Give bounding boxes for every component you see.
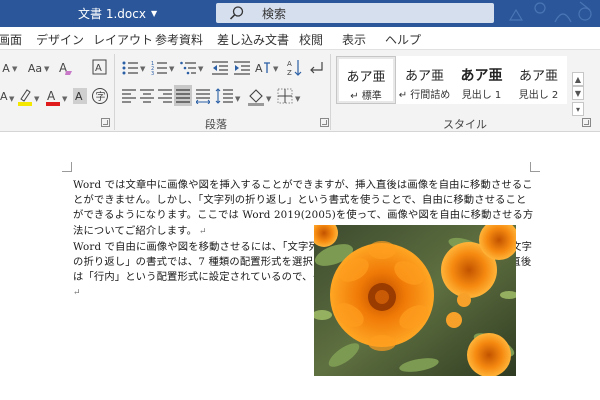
title-bar-decoration [508,1,592,23]
document-title-button[interactable]: 文書 1.docx ▼ [78,5,157,22]
paragraph-group-label: 段落 [205,118,227,131]
tab-mailings[interactable]: 差し込み文書 [217,31,289,48]
highlight-color-icon[interactable] [17,87,33,107]
line-spacing-icon[interactable] [215,87,233,105]
tab-layout[interactable]: レイアウト [93,31,153,48]
chevron-down-icon: ▼ [169,65,175,73]
style-name: ↵ 行間詰め [398,90,451,101]
margin-corner-mark [62,162,72,172]
borders-icon[interactable] [277,88,293,104]
paragraph-mark: ↵ [199,226,207,237]
svg-text:字: 字 [96,90,106,103]
search-icon [229,6,244,20]
chevron-down-icon: ▼ [34,95,40,103]
chevron-down-icon: ▼ [150,9,158,18]
svg-text:A: A [95,63,102,74]
asian-layout-icon[interactable]: A [254,59,272,77]
svg-text:A: A [0,90,8,103]
style-heading-1[interactable]: あア亜 見出し 1 [453,56,510,104]
justify-icon [176,89,190,103]
chevron-down-icon: ▼ [295,95,301,103]
align-center-icon[interactable] [140,88,154,104]
chevron-down-icon: ▼ [235,95,241,103]
style-sample: あア亜 [518,69,558,84]
align-right-icon[interactable] [158,88,172,104]
gallery-scroll-down-icon[interactable]: ▼ [572,86,584,100]
bullets-icon[interactable] [122,60,138,76]
style-sample: あア亜 [460,68,503,84]
chevron-down-icon: ▼ [62,95,68,103]
margin-corner-mark [530,162,540,172]
increase-indent-icon[interactable] [234,60,250,76]
document-title: 文書 1.docx [78,7,146,21]
styles-gallery: あア亜 ↵ 標準 あア亜 ↵ 行間詰め あア亜 見出し 1 あア亜 見出し 2 [336,56,571,104]
sort-icon[interactable]: A Z [287,59,303,77]
title-bar: 文書 1.docx ▼ 検索 [0,0,600,27]
style-no-spacing[interactable]: あア亜 ↵ 行間詰め [396,56,453,104]
tab-drawing[interactable]: 画面 [0,31,22,48]
style-name: ↵ 標準 [350,91,382,102]
chevron-down-icon: ▼ [273,65,279,73]
inserted-flower-image[interactable] [314,225,516,376]
tab-help[interactable]: ヘルプ [385,31,421,48]
tab-view[interactable]: 表示 [342,31,366,48]
gallery-scroll-up-icon[interactable]: ▲ [572,72,584,86]
chevron-down-icon: ▼ [140,65,146,73]
font-dialog-launcher-icon[interactable] [101,118,110,127]
word-window: 文書 1.docx ▼ 検索 画面 デザイン レイアウト 参考資料 差し込み文書… [0,0,600,400]
style-normal[interactable]: あア亜 ↵ 標準 [336,56,396,104]
tab-references[interactable]: 参考資料 [155,31,203,48]
shading-icon[interactable] [247,87,265,107]
style-sample: あア亜 [346,70,386,85]
ribbon: A ▼ Aa ▼ A A A ▼ ▼ A ▼ A 字 ▼ 1 2 3 ▼ ▼ A… [0,50,600,132]
chevron-down-icon: ▼ [9,95,15,103]
decrease-indent-icon[interactable] [212,60,228,76]
tab-design[interactable]: デザイン [36,31,84,48]
font-color-icon[interactable]: A [45,87,61,107]
svg-text:3: 3 [151,71,154,76]
svg-text:A: A [75,90,83,103]
style-sample: あア亜 [404,69,444,84]
show-paragraph-marks-icon[interactable] [308,60,324,76]
group-separator [330,54,331,130]
style-heading-2[interactable]: あア亜 見出し 2 [510,56,567,104]
justify-button[interactable] [174,85,192,106]
ribbon-tabs: 画面 デザイン レイアウト 参考資料 差し込み文書 校閲 表示 ヘルプ [0,27,600,50]
multilevel-list-icon[interactable] [180,60,196,76]
enclose-characters-icon[interactable]: 字 [91,87,109,105]
chevron-down-icon: ▼ [198,65,204,73]
character-border-icon[interactable]: A [92,59,107,75]
gallery-more-icon[interactable]: ▾ [572,102,584,116]
distributed-icon[interactable] [196,88,210,104]
svg-text:Z: Z [287,69,292,77]
styles-dialog-launcher-icon[interactable] [582,118,591,127]
change-case-button[interactable]: Aa [26,60,44,76]
chevron-down-icon: ▼ [44,65,50,73]
chevron-down-icon: ▼ [266,95,272,103]
tab-review[interactable]: 校閲 [299,31,323,48]
font-size-grow-icon[interactable]: A [0,60,12,76]
style-name: 見出し 1 [461,90,502,101]
group-separator [114,54,115,130]
character-shading-icon[interactable]: A [73,88,87,104]
clear-formatting-icon[interactable]: A [58,59,74,77]
svg-text:A: A [47,89,56,103]
chevron-down-icon: ▼ [12,65,18,73]
paragraph-dialog-launcher-icon[interactable] [320,118,329,127]
align-left-icon[interactable] [122,88,136,104]
search-box[interactable]: 検索 [216,3,494,23]
style-name: 見出し 2 [518,90,559,101]
styles-group-label: スタイル [443,118,487,131]
search-placeholder: 検索 [262,6,287,21]
svg-text:A: A [255,62,263,75]
numbering-icon[interactable]: 123 [151,60,167,76]
svg-text:A: A [287,60,292,68]
